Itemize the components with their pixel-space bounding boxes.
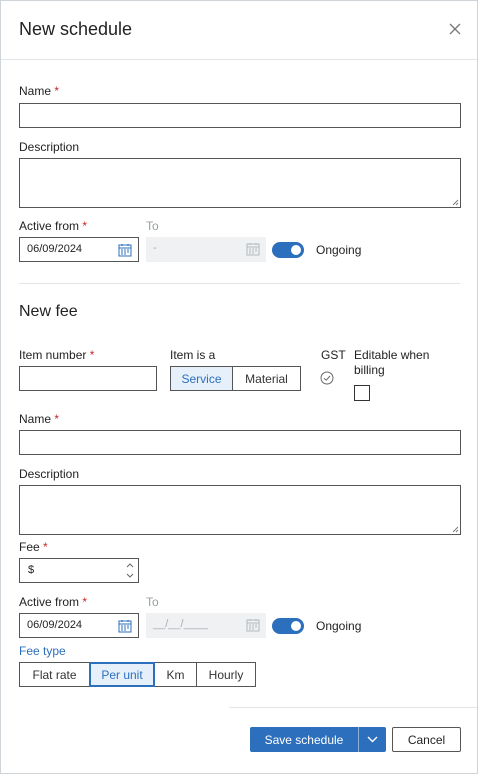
fee-type-hourly-option[interactable]: Hourly xyxy=(196,662,256,687)
schedule-active-from-label-text: Active from xyxy=(19,219,80,233)
schedule-name-input[interactable] xyxy=(19,103,461,128)
item-type-material-option[interactable]: Material xyxy=(232,366,301,391)
editable-when-billing-label-line2: billing xyxy=(354,363,385,377)
required-mark: * xyxy=(82,595,88,609)
fee-description-label: Description xyxy=(19,467,80,481)
schedule-ongoing-toggle[interactable] xyxy=(272,242,304,258)
fee-to-label: To xyxy=(146,595,159,609)
fee-name-label: Name * xyxy=(19,412,59,426)
required-mark: * xyxy=(43,540,48,554)
section-divider xyxy=(19,283,460,284)
required-mark: * xyxy=(54,84,60,98)
fee-type-segmented-control: Flat rate Per unit Km Hourly xyxy=(19,662,256,687)
schedule-name-label: Name * xyxy=(19,84,59,98)
fee-amount-input[interactable]: $ xyxy=(19,558,139,583)
chevron-down-icon xyxy=(367,736,378,743)
fee-active-from-value: 06/09/2024 xyxy=(27,619,83,631)
item-is-a-label: Item is a xyxy=(170,348,216,362)
schedule-to-label: To xyxy=(146,219,159,233)
schedule-ongoing-label: Ongoing xyxy=(316,243,362,257)
calendar-icon xyxy=(246,619,260,632)
dialog-title: New schedule xyxy=(19,19,133,39)
required-mark: * xyxy=(54,412,60,426)
cancel-button[interactable]: Cancel xyxy=(392,727,461,752)
footer-divider xyxy=(229,707,477,708)
fee-type-per-unit-option[interactable]: Per unit xyxy=(89,662,155,687)
save-schedule-button[interactable]: Save schedule xyxy=(250,727,358,752)
fee-type-km-option[interactable]: Km xyxy=(154,662,197,687)
required-mark: * xyxy=(82,219,88,233)
fee-active-from-label: Active from * xyxy=(19,595,87,609)
schedule-active-from-label: Active from * xyxy=(19,219,87,233)
gst-label: GST xyxy=(321,348,346,362)
save-options-dropdown[interactable] xyxy=(359,727,386,752)
required-mark: * xyxy=(89,348,95,362)
fee-active-from-label-text: Active from xyxy=(19,595,80,609)
calendar-icon[interactable] xyxy=(118,243,132,257)
editable-when-billing-checkbox[interactable] xyxy=(354,385,370,401)
currency-prefix: $ xyxy=(28,564,35,576)
number-stepper-icon[interactable] xyxy=(126,561,134,580)
editable-when-billing-label-line1: Editable when xyxy=(354,348,430,362)
resize-grip-icon[interactable] xyxy=(452,526,459,533)
close-icon[interactable] xyxy=(447,21,463,37)
fee-name-input[interactable] xyxy=(19,430,461,455)
item-number-label: Item number * xyxy=(19,348,94,362)
resize-grip-icon[interactable] xyxy=(452,199,459,206)
schedule-to-field: - xyxy=(146,237,266,262)
schedule-description-label: Description xyxy=(19,140,80,154)
schedule-to-value: - xyxy=(153,242,157,254)
schedule-name-label-text: Name xyxy=(19,84,52,98)
check-circle-icon[interactable] xyxy=(320,371,334,385)
new-fee-title: New fee xyxy=(19,303,78,320)
calendar-icon[interactable] xyxy=(118,619,132,633)
fee-to-value: __/__/____ xyxy=(153,618,209,630)
schedule-active-from-value: 06/09/2024 xyxy=(27,243,83,255)
fee-name-label-text: Name xyxy=(19,412,52,426)
schedule-active-from-field[interactable]: 06/09/2024 xyxy=(19,237,139,262)
fee-ongoing-label: Ongoing xyxy=(316,619,362,633)
fee-type-flat-rate-option[interactable]: Flat rate xyxy=(19,662,90,687)
fee-active-from-field[interactable]: 06/09/2024 xyxy=(19,613,139,638)
item-number-input[interactable] xyxy=(19,366,157,391)
calendar-icon xyxy=(246,243,260,256)
save-schedule-split-button[interactable]: Save schedule xyxy=(250,727,386,752)
item-number-label-text: Item number xyxy=(19,348,87,362)
fee-description-textarea[interactable] xyxy=(19,485,461,535)
fee-label: Fee * xyxy=(19,540,48,554)
item-type-service-option[interactable]: Service xyxy=(170,366,233,391)
dialog-header: New schedule xyxy=(1,1,477,60)
fee-to-field: __/__/____ xyxy=(146,613,266,638)
schedule-description-textarea[interactable] xyxy=(19,158,461,208)
fee-label-text: Fee xyxy=(19,540,40,554)
new-schedule-dialog: New schedule Name * Description Active f… xyxy=(0,0,478,774)
item-type-segmented-control: Service Material xyxy=(170,366,301,391)
fee-type-label: Fee type xyxy=(19,644,66,658)
fee-ongoing-toggle[interactable] xyxy=(272,618,304,634)
